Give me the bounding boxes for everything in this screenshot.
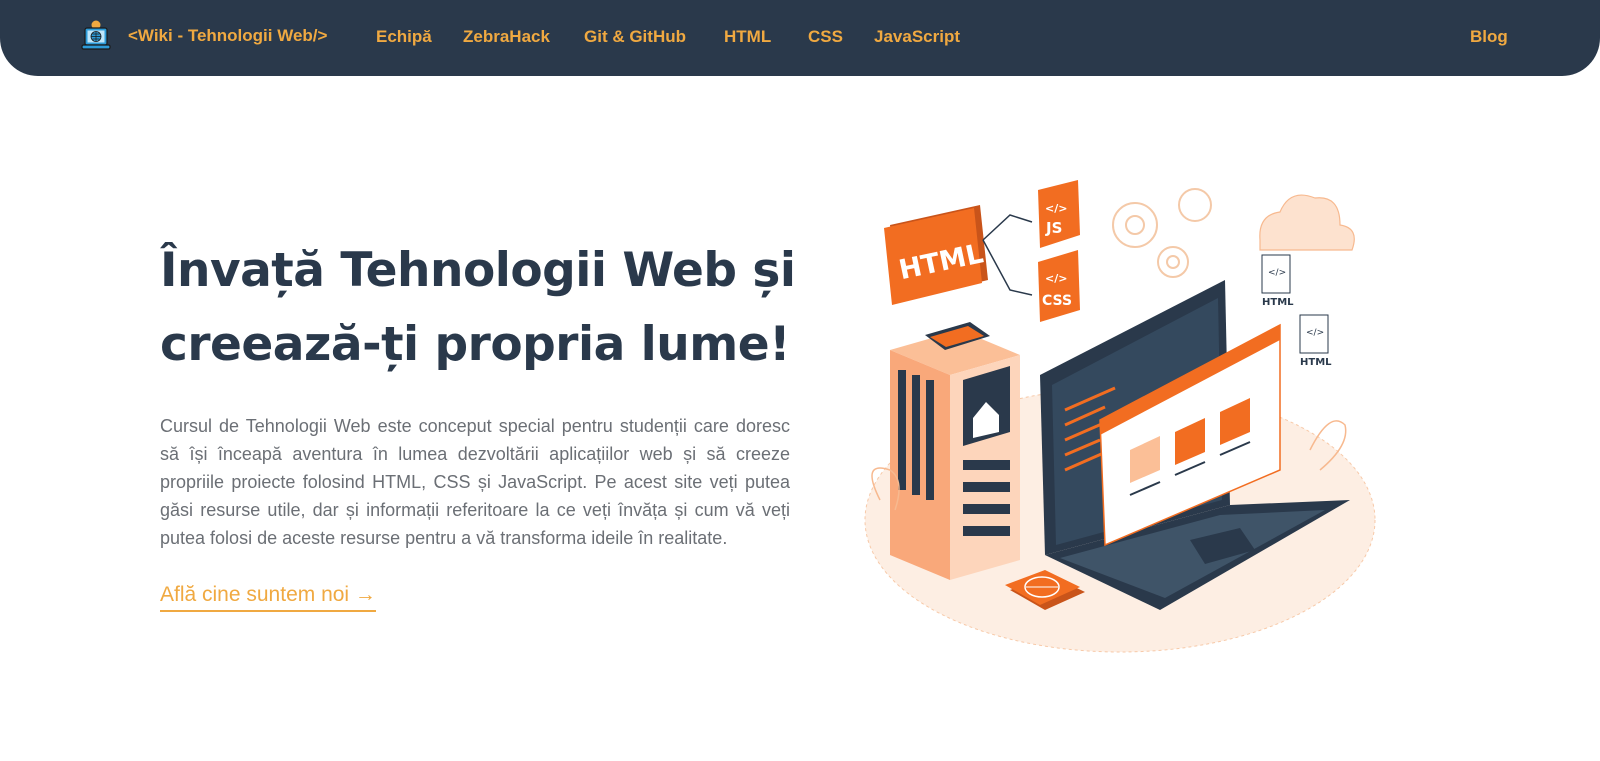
svg-text:HTML: HTML: [1262, 297, 1294, 308]
cloud-icon: [1259, 194, 1355, 251]
nav-link-html[interactable]: HTML: [724, 27, 771, 47]
css-badge-label: CSS: [1042, 293, 1072, 309]
about-us-link[interactable]: Află cine suntem noi →: [160, 583, 376, 612]
nav-link-javascript[interactable]: JavaScript: [874, 27, 960, 47]
nav-link-blog[interactable]: Blog: [1470, 27, 1508, 47]
svg-text:</>: </>: [1268, 268, 1286, 278]
brand-title: <Wiki - Tehnologii Web/>: [128, 26, 328, 45]
svg-text:</>: </>: [1045, 272, 1067, 285]
hero-description: Cursul de Tehnologii Web este conceput s…: [160, 416, 790, 548]
nav-link-echipa[interactable]: Echipă: [376, 27, 432, 47]
svg-text:</>: </>: [1045, 202, 1067, 215]
top-navbar: <Wiki - Tehnologii Web/> Echipă ZebraHac…: [0, 0, 1600, 76]
js-badge: </> JS: [1038, 180, 1080, 248]
html-badge: HTML: [884, 205, 988, 305]
server-tower-icon: [890, 322, 1020, 580]
svg-text:HTML: HTML: [1300, 357, 1332, 368]
nav-link-zebrahack[interactable]: ZebraHack: [463, 27, 550, 47]
gear-icon: [1112, 188, 1212, 278]
svg-text:</>: </>: [1306, 328, 1324, 338]
nav-link-git-github[interactable]: Git & GitHub: [584, 27, 686, 47]
brand-link[interactable]: <Wiki - Tehnologii Web/>: [80, 19, 327, 53]
css-badge: </> CSS: [1038, 250, 1080, 322]
nav-link-css[interactable]: CSS: [808, 27, 843, 47]
laptop-globe-icon: [81, 20, 111, 50]
js-badge-label: JS: [1045, 219, 1062, 237]
web-development-illustration: HTML </> JS </> CSS </> HTML </> HTML: [864, 180, 1376, 653]
hero-title: Învață Tehnologii Web și creează-ți prop…: [160, 243, 796, 372]
